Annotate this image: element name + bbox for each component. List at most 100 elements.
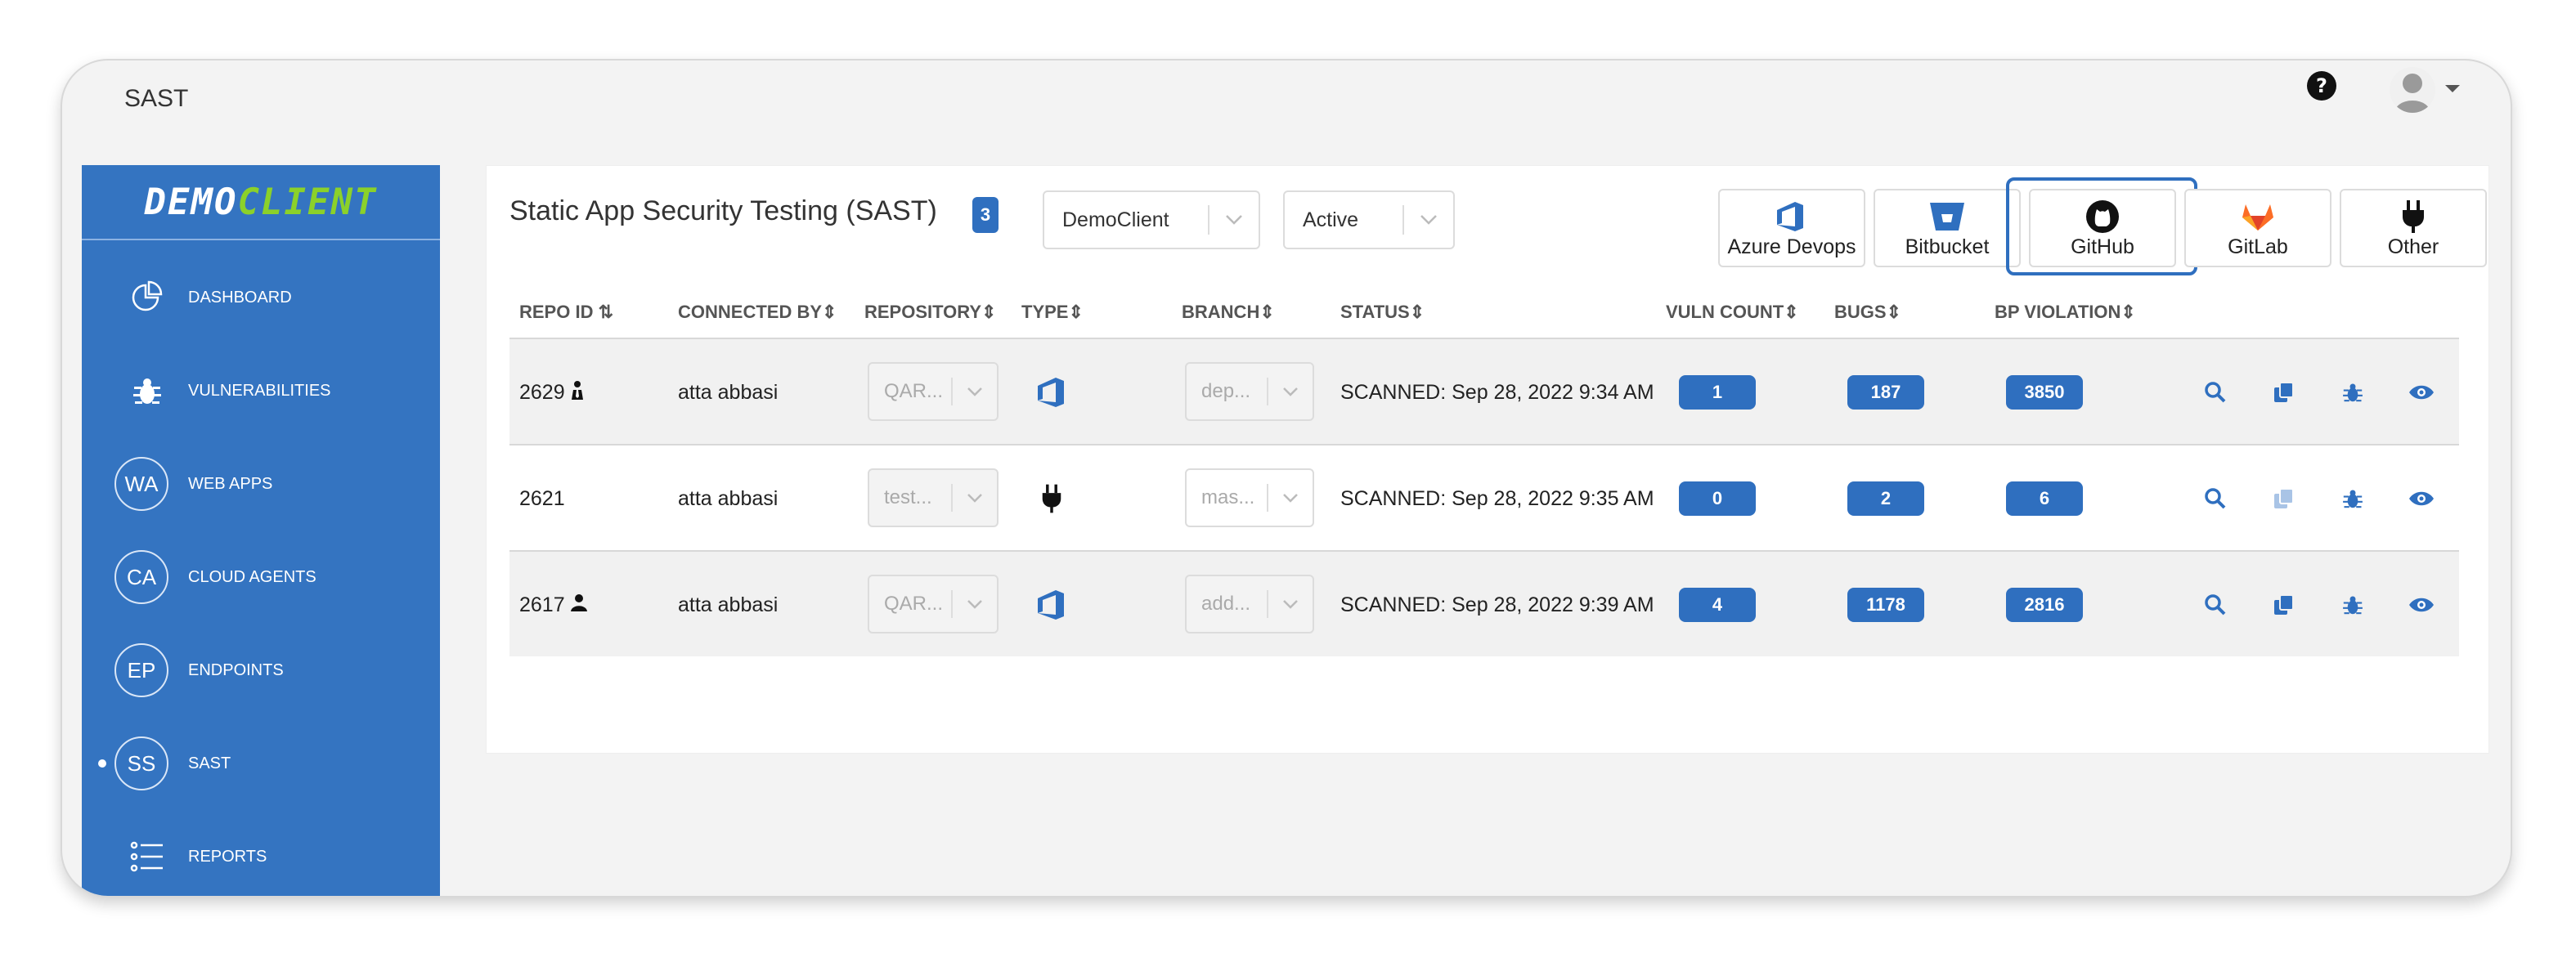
branch-select[interactable]: dep... [1185,362,1314,421]
github-button[interactable]: GitHub [2029,189,2176,267]
eye-icon[interactable] [2405,376,2438,409]
github-label: GitHub [2071,235,2134,258]
bug-icon[interactable] [2336,589,2369,621]
bitbucket-button[interactable]: Bitbucket [1874,189,2021,267]
chevron-down-icon [1268,599,1313,609]
sidebar-item-label: DASHBOARD [188,288,292,307]
client-select-value: DemoClient [1062,208,1169,231]
bug-icon [121,365,173,417]
repository-select[interactable]: QAR... [868,362,999,421]
user-icon [570,593,588,617]
azure-devops-icon [1774,198,1810,235]
vuln-count-badge[interactable]: 1 [1679,375,1756,410]
column-header-status[interactable]: STATUS⇕ [1340,302,1425,323]
other-button[interactable]: Other [2340,189,2487,267]
bitbucket-icon [1928,198,1966,235]
table-row: 2617 atta abbasi QAR... add... SCANNED: … [509,550,2459,656]
chevron-down-icon [1404,192,1453,248]
vuln-count-badge[interactable]: 4 [1679,588,1756,622]
sidebar-item-cloud-agents[interactable]: CA CLOUD AGENTS [82,535,440,620]
column-header-branch[interactable]: BRANCH⇕ [1182,302,1275,323]
sast-panel: Static App Security Testing (SAST) 3 Dem… [486,165,2489,754]
sort-icon: ⇕ [1068,302,1084,322]
repository-select[interactable]: test... [868,468,999,527]
sort-icon: ⇕ [822,302,837,322]
status-cell: SCANNED: Sep 28, 2022 9:34 AM [1340,380,1654,404]
search-icon[interactable] [2199,376,2232,409]
active-indicator [98,759,106,768]
vuln-count-badge[interactable]: 0 [1679,481,1756,516]
eye-icon[interactable] [2405,589,2438,621]
status-cell: SCANNED: Sep 28, 2022 9:35 AM [1340,486,1654,510]
sast-badge: SS [114,736,168,790]
repository-select[interactable]: QAR... [868,575,999,633]
bug-icon[interactable] [2336,376,2369,409]
plug-icon [2401,198,2426,235]
bp-violation-badge[interactable]: 2816 [2006,588,2083,622]
sidebar-item-vulnerabilities[interactable]: VULNERABILITIES [82,348,440,433]
column-header-bugs[interactable]: BUGS⇕ [1834,302,1901,323]
sidebar-item-endpoints[interactable]: EP ENDPOINTS [82,628,440,713]
github-icon [2085,198,2120,235]
column-header-vuln-count[interactable]: VULN COUNT⇕ [1666,302,1799,323]
avatar[interactable] [2390,67,2435,113]
azure-devops-icon [1034,339,1070,445]
column-header-repo-id[interactable]: REPO ID ⇅ [519,302,613,323]
sidebar-item-label: SAST [188,754,231,772]
svg-text:?: ? [2316,74,2327,97]
gitlab-icon [2241,198,2275,235]
search-icon[interactable] [2199,589,2232,621]
table-header: REPO ID ⇅ CONNECTED BY⇕ REPOSITORY⇕ TYPE… [509,285,2459,338]
azure-devops-button[interactable]: Azure Devops [1718,189,1865,267]
sidebar-item-label: WEB APPS [188,474,273,493]
sidebar-item-dashboard[interactable]: DASHBOARD [82,255,440,340]
repo-id-cell: 2617 [519,552,588,658]
connected-by-cell: atta abbasi [678,380,779,404]
sidebar-item-sast[interactable]: SS SAST [82,721,440,806]
chevron-down-icon [953,387,997,396]
other-label: Other [2387,235,2439,258]
sidebar-item-label: CLOUD AGENTS [188,567,316,586]
web-apps-badge: WA [114,457,168,511]
bp-violation-badge[interactable]: 6 [2006,481,2083,516]
column-header-type[interactable]: TYPE⇕ [1021,302,1084,323]
bugs-badge[interactable]: 2 [1847,481,1924,516]
copy-icon[interactable] [2268,376,2300,409]
gitlab-button[interactable]: GitLab [2184,189,2331,267]
branch-select[interactable]: add... [1185,575,1314,633]
sort-icon: ⇕ [1409,302,1425,322]
eye-icon[interactable] [2405,482,2438,515]
cloud-agents-badge: CA [114,550,168,604]
repo-count-badge: 3 [972,197,999,233]
chevron-down-icon [1268,493,1313,503]
endpoints-badge: EP [114,643,168,697]
list-icon [121,830,173,883]
bug-icon[interactable] [2336,482,2369,515]
sidebar-item-reports[interactable]: REPORTS [82,814,440,896]
sidebar-item-label: REPORTS [188,847,267,866]
bugs-badge[interactable]: 187 [1847,375,1924,410]
status-select[interactable]: Active [1283,190,1455,249]
chevron-down-icon [953,599,997,609]
client-select[interactable]: DemoClient [1043,190,1260,249]
copy-icon[interactable] [2268,589,2300,621]
column-header-connected-by[interactable]: CONNECTED BY⇕ [678,302,837,323]
sidebar-item-label: VULNERABILITIES [188,381,331,400]
sidebar-item-label: ENDPOINTS [188,660,284,679]
connected-by-cell: atta abbasi [678,486,779,510]
column-header-bp-violation[interactable]: BP VIOLATION⇕ [1995,302,2136,323]
bitbucket-label: Bitbucket [1905,235,1990,258]
column-header-repository[interactable]: REPOSITORY⇕ [864,302,996,323]
app-window: SAST ? DEMO CLIENT DASHBOARD VULNERABILIT… [61,59,2512,898]
help-icon[interactable]: ? [2306,70,2337,101]
bugs-badge[interactable]: 1178 [1847,588,1924,622]
bp-violation-badge[interactable]: 3850 [2006,375,2083,410]
branch-select[interactable]: mas... [1185,468,1314,527]
sidebar-item-web-apps[interactable]: WA WEB APPS [82,441,440,526]
brand-logo[interactable]: DEMO CLIENT [82,165,440,240]
azure-devops-icon [1034,552,1070,658]
repo-id-cell: 2629 [519,339,585,445]
search-icon[interactable] [2199,482,2232,515]
chevron-down-icon [953,493,997,503]
user-menu-caret-icon[interactable] [2445,85,2460,92]
